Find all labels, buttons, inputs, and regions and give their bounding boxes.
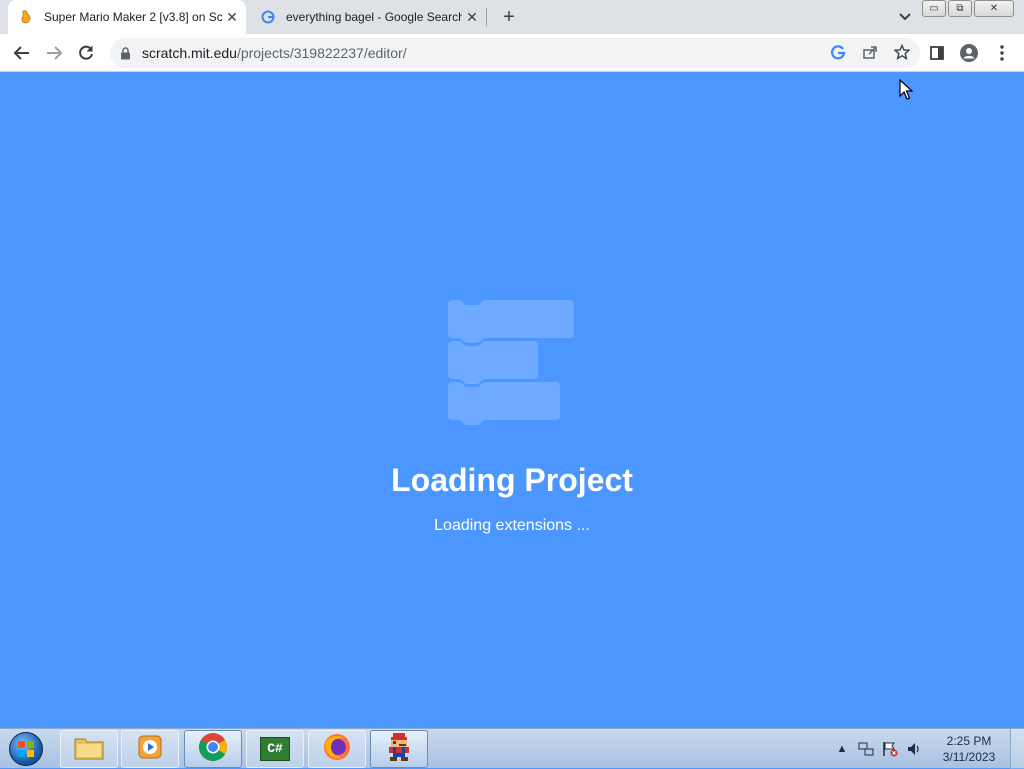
taskbar-firefox[interactable] (308, 730, 366, 768)
taskbar-csharp[interactable]: C# (246, 730, 304, 768)
tab-separator (486, 8, 487, 26)
tab-close-icon[interactable]: ✕ (462, 7, 482, 27)
scratch-loading-screen: Loading Project Loading extensions ... (0, 72, 1024, 728)
browser-chrome: Super Mario Maker 2 [v3.8] on Scratch ✕ … (0, 0, 1024, 72)
address-bar[interactable]: scratch.mit.edu/projects/319822237/edito… (110, 38, 920, 68)
google-favicon-icon (260, 9, 276, 25)
tab-title: everything bagel - Google Search (286, 10, 462, 24)
network-icon[interactable] (858, 741, 874, 757)
tab-scratch[interactable]: Super Mario Maker 2 [v3.8] on Scratch ✕ (8, 0, 246, 34)
forward-arrow-icon[interactable] (42, 41, 66, 65)
chrome-icon (198, 732, 228, 767)
loading-title: Loading Project (391, 462, 633, 498)
kebab-menu-icon[interactable] (990, 41, 1014, 65)
scratch-blocks-loader-icon (448, 300, 574, 430)
firefox-icon (322, 732, 352, 767)
reload-icon[interactable] (74, 41, 98, 65)
taskbar-chrome[interactable] (184, 730, 242, 768)
back-arrow-icon[interactable] (10, 41, 34, 65)
tab-title: Super Mario Maker 2 [v3.8] on Scratch (44, 10, 222, 24)
action-center-flag-icon[interactable] (882, 741, 898, 757)
taskbar-explorer[interactable] (60, 730, 118, 768)
maximize-button[interactable]: ⧉ (948, 0, 972, 17)
volume-icon[interactable] (906, 741, 922, 757)
minimize-button[interactable]: ▭ (922, 0, 946, 17)
windows-taskbar: C# ▲ 2:25 PM 3/11/2023 (0, 728, 1024, 769)
start-button[interactable] (4, 731, 48, 767)
folder-icon (74, 734, 104, 765)
taskbar-media-player[interactable] (121, 730, 179, 768)
mario-icon (385, 732, 413, 767)
tab-strip: Super Mario Maker 2 [v3.8] on Scratch ✕ … (0, 0, 1024, 34)
url-path: /projects/319822237/editor/ (236, 45, 407, 61)
show-desktop-button[interactable] (1010, 729, 1024, 769)
close-window-button[interactable]: ✕ (974, 0, 1014, 17)
omnibox-actions (828, 42, 912, 62)
taskbar-mario-game[interactable] (370, 730, 428, 768)
google-lens-icon[interactable] (828, 42, 848, 62)
tab-google-search[interactable]: everything bagel - Google Search ✕ (250, 0, 486, 34)
scratch-favicon-icon (18, 9, 34, 25)
loading-status: Loading extensions ... (434, 517, 590, 534)
bookmark-star-icon[interactable] (892, 42, 912, 62)
system-tray: ▲ 2:25 PM 3/11/2023 (830, 729, 1024, 769)
url-domain: scratch.mit.edu (142, 45, 237, 61)
lock-icon (120, 46, 134, 60)
new-tab-button[interactable]: + (498, 6, 520, 28)
side-panel-icon[interactable] (925, 41, 949, 65)
clock-time: 2:25 PM (946, 734, 992, 748)
mouse-cursor-icon (899, 78, 915, 101)
profile-avatar-icon[interactable] (957, 41, 981, 65)
tab-close-icon[interactable]: ✕ (222, 7, 242, 27)
windows-logo-icon (9, 732, 43, 766)
window-controls: ▭ ⧉ ✕ (922, 0, 1014, 17)
media-player-icon (137, 734, 163, 765)
browser-toolbar: scratch.mit.edu/projects/319822237/edito… (0, 34, 1024, 72)
clock-date: 3/11/2023 (942, 750, 996, 764)
tray-expand-icon[interactable]: ▲ (834, 741, 850, 757)
system-clock[interactable]: 2:25 PM 3/11/2023 (934, 733, 1004, 765)
share-icon[interactable] (860, 42, 880, 62)
chevron-down-icon[interactable] (895, 8, 915, 26)
csharp-icon: C# (260, 737, 290, 761)
